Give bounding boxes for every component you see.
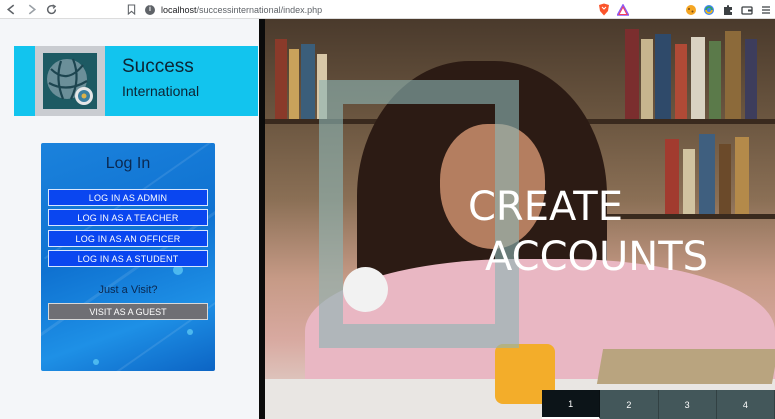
logo-banner: Success International	[14, 46, 258, 116]
brave-rewards-icon[interactable]	[616, 3, 630, 16]
book	[683, 149, 695, 214]
globe-logo-icon	[43, 53, 97, 109]
guest-button[interactable]: VISIT AS A GUEST	[48, 303, 208, 320]
hero-title-line2: ACCOUNTS	[485, 234, 709, 280]
book	[655, 34, 671, 119]
login-teacher-button[interactable]: LOG IN AS A TEACHER	[48, 209, 208, 226]
book	[641, 39, 653, 119]
book	[735, 137, 749, 214]
left-panel: Success International Log In LOG IN AS A…	[0, 19, 259, 419]
book	[301, 44, 315, 119]
info-icon[interactable]: i	[145, 4, 155, 15]
brand-name: Success	[122, 56, 194, 77]
book	[289, 49, 299, 119]
forward-icon[interactable]	[22, 0, 40, 18]
bookmark-icon[interactable]	[124, 2, 138, 16]
reload-icon[interactable]	[42, 0, 60, 18]
wallet-icon[interactable]	[741, 3, 753, 15]
slider-nav: 1 2 3 4	[542, 390, 775, 419]
login-card: Log In LOG IN AS ADMIN LOG IN AS A TEACH…	[41, 143, 215, 371]
bubble	[93, 359, 99, 365]
book	[625, 29, 639, 119]
book	[745, 39, 757, 119]
login-title: Log In	[105, 155, 151, 172]
slide-tab-1[interactable]: 1	[542, 390, 601, 419]
notebook	[596, 349, 775, 384]
address-bar[interactable]: i localhost/successinternational/index.p…	[145, 1, 635, 18]
puzzle-icon[interactable]	[722, 3, 734, 15]
book	[719, 144, 731, 214]
visit-label: Just a Visit?	[98, 284, 158, 296]
slide-tab-3[interactable]: 3	[658, 390, 717, 419]
url-path: /successinternational/index.php	[196, 4, 323, 15]
extension-cookie-icon[interactable]	[685, 3, 697, 15]
book	[665, 139, 679, 214]
hero-slider: CREATE ACCOUNTS 1 2 3 4	[265, 19, 775, 419]
slide-tab-2[interactable]: 2	[600, 390, 659, 419]
login-student-button[interactable]: LOG IN AS A STUDENT	[48, 250, 208, 267]
brand-subtitle: International	[122, 83, 200, 99]
extension-sync-icon[interactable]	[703, 3, 715, 15]
brave-shield-icon[interactable]	[598, 3, 610, 16]
logo-frame	[35, 46, 105, 116]
hero-title-line1: CREATE	[468, 184, 623, 230]
book	[709, 41, 721, 119]
slide-tab-4[interactable]: 4	[716, 390, 775, 419]
url-host: localhost	[161, 4, 197, 15]
back-icon[interactable]	[2, 0, 20, 18]
book	[275, 39, 287, 119]
browser-toolbar: i localhost/successinternational/index.p…	[0, 0, 775, 19]
book	[675, 44, 687, 119]
book	[691, 37, 705, 119]
page: Success International Log In LOG IN AS A…	[0, 19, 775, 419]
bubble	[187, 329, 193, 335]
login-officer-button[interactable]: LOG IN AS AN OFFICER	[48, 230, 208, 247]
menu-icon[interactable]	[760, 3, 772, 15]
book	[725, 31, 741, 119]
book	[699, 134, 715, 214]
login-admin-button[interactable]: LOG IN AS ADMIN	[48, 189, 208, 206]
